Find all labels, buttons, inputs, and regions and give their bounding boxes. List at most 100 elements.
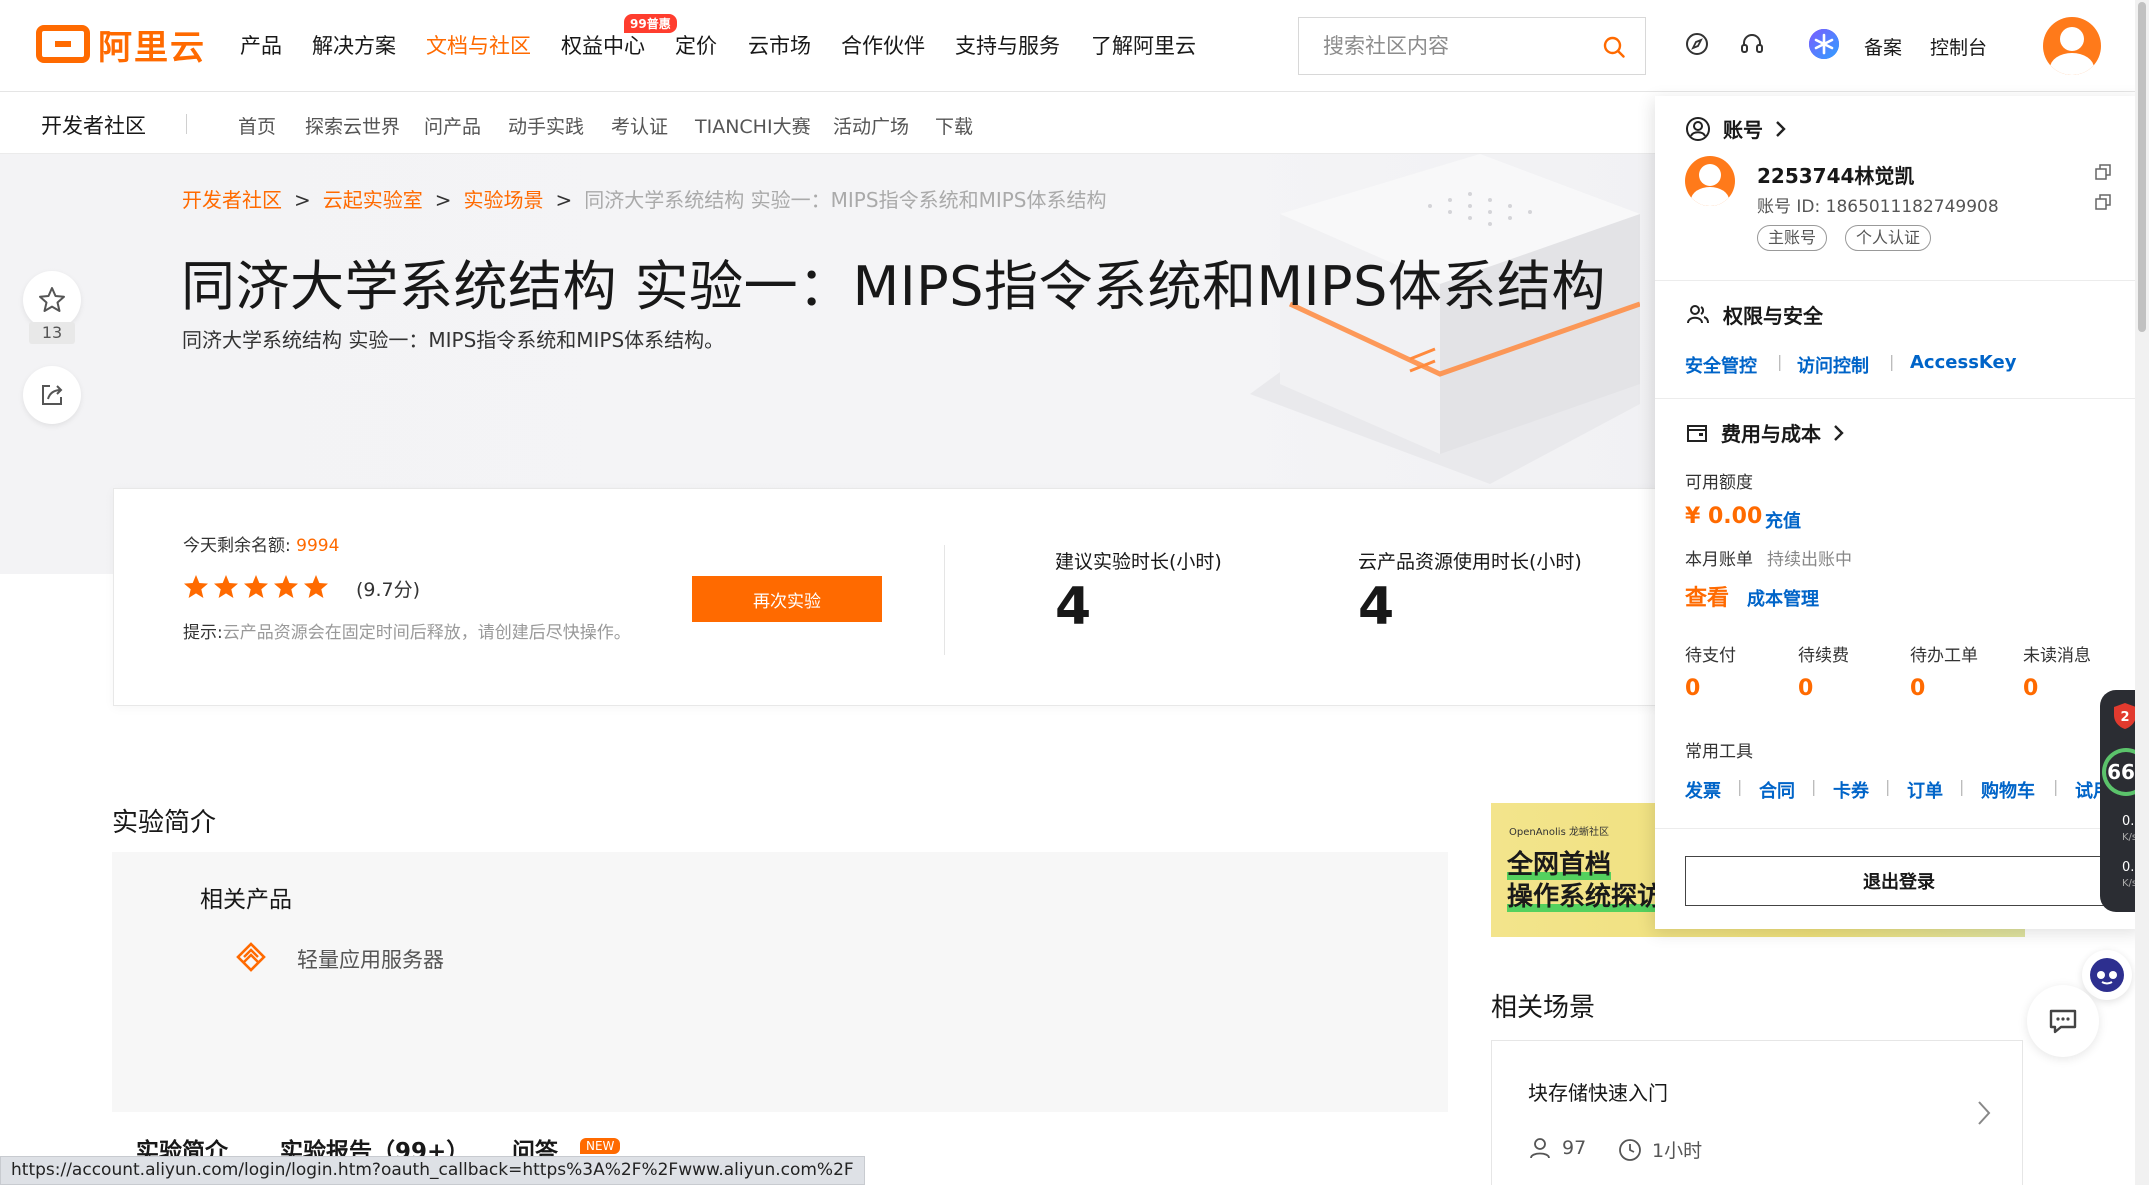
section-title-intro: 实验简介 [112, 808, 217, 838]
status-bar-url: https://account.aliyun.com/login/login.h… [0, 1156, 865, 1185]
billing-section-header[interactable]: 费用与成本 [1685, 418, 1845, 447]
subnav-item-tianchi[interactable]: TIANCHI大赛 [695, 112, 811, 139]
quota-label: 今天剩余名额: [183, 536, 291, 556]
banner-headline: 全网首档 操作系统探访 [1507, 849, 1664, 913]
nav-item-products[interactable]: 产品 [240, 30, 282, 60]
nav-item-partners[interactable]: 合作伙伴 [841, 30, 925, 60]
account-avatar [1685, 156, 1735, 206]
clock-icon [1619, 1138, 1641, 1161]
account-tag-main: 主账号 [1757, 225, 1828, 251]
ai-assistant-icon[interactable] [1808, 28, 1840, 60]
subnav-item-events[interactable]: 活动广场 [833, 112, 909, 139]
subnav-item-download[interactable]: 下载 [935, 112, 973, 139]
view-bill-link[interactable]: 查看 [1685, 580, 1729, 612]
chevron-right-icon [1834, 424, 1844, 441]
subnav-item-explore[interactable]: 探索云世界 [305, 112, 400, 139]
light-server-icon [236, 942, 266, 972]
compass-icon[interactable] [1683, 30, 1711, 58]
breadcrumb-chevron-icon: > [555, 188, 573, 212]
resource-tip: 提示:云产品资源会在固定时间后释放，请创建后尽快操作。 [183, 619, 663, 648]
star-filled-icon [244, 575, 268, 598]
link-separator: | [1959, 777, 1965, 796]
favorite-button[interactable] [23, 271, 81, 329]
aliyun-logo[interactable]: 阿里云 [36, 24, 206, 68]
pending-payment-count[interactable]: 0 [1685, 676, 1700, 701]
access-control-link[interactable]: 访问控制 [1797, 352, 1869, 378]
tool-invoice-link[interactable]: 发票 [1685, 777, 1721, 803]
users-icon [1687, 304, 1709, 323]
community-title[interactable]: 开发者社区 [41, 110, 146, 140]
link-separator: | [1737, 777, 1743, 796]
related-scenes-title: 相关场景 [1491, 993, 1596, 1023]
user-icon [1530, 1138, 1550, 1159]
tool-contract-link[interactable]: 合同 [1759, 777, 1795, 803]
nav-item-about[interactable]: 了解阿里云 [1091, 30, 1196, 60]
pending-renewal-count[interactable]: 0 [1798, 676, 1813, 701]
filing-link[interactable]: 备案 [1864, 33, 1902, 60]
console-link[interactable]: 控制台 [1930, 33, 1987, 60]
security-control-link[interactable]: 安全管控 [1685, 352, 1757, 378]
suggested-duration-value: 4 [1055, 577, 1092, 637]
share-button[interactable] [23, 366, 81, 424]
breadcrumb-chevron-icon: > [434, 188, 452, 212]
scene-duration-value: 1小时 [1652, 1140, 1703, 1162]
quota-remaining: 今天剩余名额: 9994 [183, 531, 339, 556]
breadcrumb-community[interactable]: 开发者社区 [182, 188, 282, 212]
scene-card[interactable]: 块存储快速入门 97 1小时 [1491, 1040, 2023, 1185]
unread-messages-label: 未读消息 [2023, 646, 2091, 666]
logo-text: 阿里云 [98, 27, 206, 68]
feedback-chat-button[interactable] [2027, 985, 2099, 1057]
available-credit-value: ¥ 0.00 [1685, 504, 1763, 529]
accesskey-link[interactable]: AccessKey [1910, 352, 2016, 373]
page-scrollbar[interactable] [2135, 0, 2149, 1185]
rating-stars [183, 574, 329, 600]
related-products-panel: 相关产品 轻量应用服务器 [112, 852, 1448, 1112]
nav-item-support[interactable]: 支持与服务 [955, 30, 1060, 60]
divider [1655, 280, 2143, 281]
pending-renewal-label: 待续费 [1798, 646, 1849, 666]
chevron-right-icon [1776, 120, 1786, 137]
account-user-name: 2253744林觉凯 [1757, 164, 1915, 188]
subnav-item-home[interactable]: 首页 [238, 112, 276, 139]
nav-item-solutions[interactable]: 解决方案 [312, 30, 396, 60]
account-tag-verified: 个人认证 [1845, 225, 1932, 251]
account-section-header[interactable]: 账号 [1685, 114, 1787, 143]
breadcrumb-scenes[interactable]: 实验场景 [464, 188, 544, 212]
nav-item-benefits[interactable]: 权益中心 [561, 30, 645, 60]
resource-duration-label: 云产品资源使用时长(小时) [1358, 551, 1582, 573]
headset-icon[interactable] [1738, 30, 1766, 58]
tool-coupon-link[interactable]: 卡券 [1833, 777, 1869, 803]
search-input[interactable] [1299, 18, 1579, 74]
user-avatar[interactable] [2043, 17, 2101, 75]
tip-text: 云产品资源会在固定时间后释放，请创建后尽快操作。 [222, 623, 631, 643]
tool-cart-link[interactable]: 购物车 [1981, 777, 2035, 803]
scrollbar-thumb[interactable] [2138, 2, 2146, 332]
pending-tickets-count[interactable]: 0 [1910, 676, 1925, 701]
nav-item-pricing[interactable]: 定价 [675, 30, 717, 60]
monthly-bill-label: 本月账单 [1685, 550, 1753, 570]
product-link[interactable]: 轻量应用服务器 [297, 944, 444, 974]
quota-value: 9994 [296, 536, 340, 556]
search-icon[interactable] [1603, 36, 1625, 58]
account-section-title: 账号 [1723, 118, 1763, 142]
suggested-duration-label: 建议实验时长(小时) [1055, 551, 1222, 573]
recharge-link[interactable]: 充值 [1765, 507, 1801, 533]
copy-icon[interactable] [2095, 164, 2111, 180]
scene-users: 97 [1528, 1136, 1586, 1160]
subnav-item-certification[interactable]: 考认证 [611, 112, 668, 139]
tool-orders-link[interactable]: 订单 [1907, 777, 1943, 803]
subnav-divider [186, 114, 187, 134]
logout-button[interactable]: 退出登录 [1685, 856, 2113, 906]
subnav-item-handson[interactable]: 动手实践 [508, 112, 584, 139]
breadcrumb-lab[interactable]: 云起实验室 [323, 188, 423, 212]
unread-messages-count[interactable]: 0 [2023, 676, 2038, 701]
copy-icon[interactable] [2095, 194, 2111, 210]
retry-lab-button[interactable]: 再次实验 [692, 576, 882, 622]
cost-management-link[interactable]: 成本管理 [1747, 585, 1819, 611]
link-separator: | [1811, 777, 1817, 796]
resource-duration-value: 4 [1358, 577, 1395, 637]
nav-item-marketplace[interactable]: 云市场 [748, 30, 811, 60]
subnav-item-ask[interactable]: 问产品 [424, 112, 481, 139]
security-section-header: 权限与安全 [1685, 300, 1823, 329]
nav-item-docs-community[interactable]: 文档与社区 [426, 30, 531, 60]
